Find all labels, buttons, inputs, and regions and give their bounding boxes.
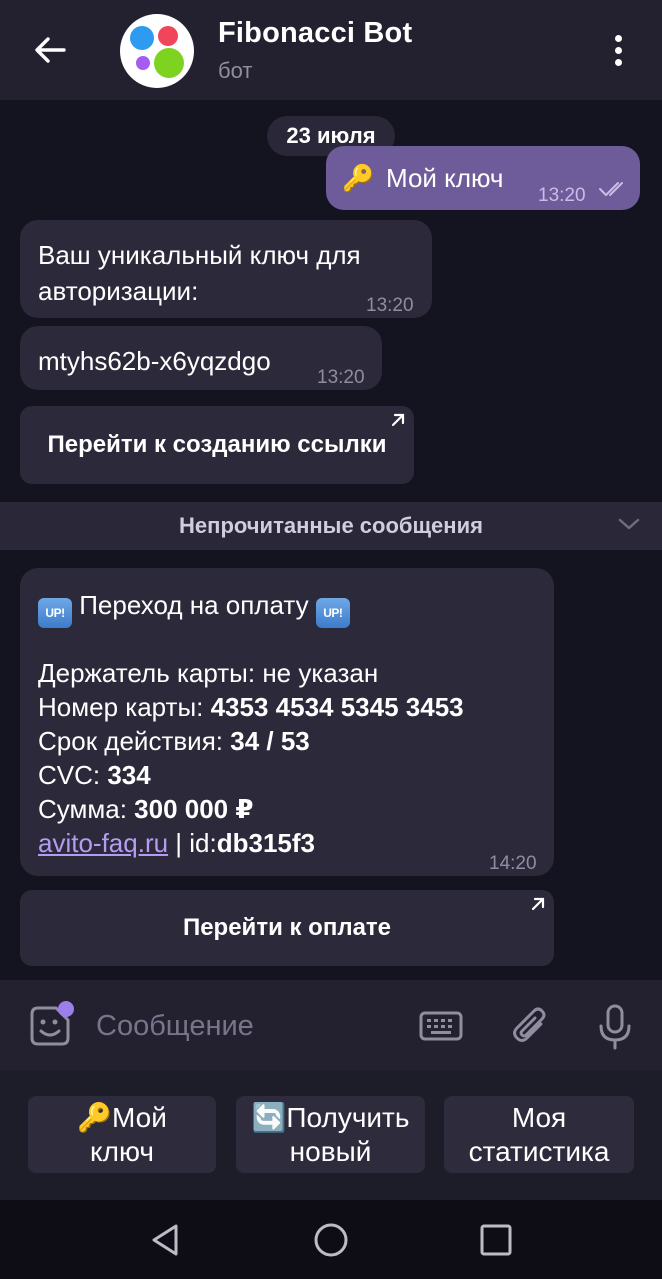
payment-message[interactable]: UP! Переход на оплату UP! Держатель карт… (20, 568, 554, 876)
key-emoji-icon: 🔑 (77, 1101, 112, 1133)
cvc-row: CVC: 334 (38, 758, 464, 792)
up-badge-icon: UP! (315, 598, 350, 628)
nav-back-icon[interactable] (146, 1220, 186, 1260)
message-text-line: Ваш уникальный ключ для (38, 240, 361, 270)
system-navigation-bar (0, 1200, 662, 1279)
my-key-button[interactable]: 🔑Мой ключ (28, 1096, 216, 1173)
message-time: 13:20 (538, 185, 586, 206)
chat-header: Fibonacci Bot бот (0, 0, 662, 100)
arrow-up-right-icon (531, 897, 545, 911)
create-link-button[interactable]: Перейти к созданию ссылки (20, 406, 414, 484)
id-value: db315f3 (216, 828, 316, 858)
unread-label: Непрочитанные сообщения (179, 513, 483, 538)
get-new-label-line1: Получить (286, 1101, 410, 1133)
sum-value: 300 000 ₽ (134, 794, 254, 824)
cvc-value: 334 (107, 760, 151, 790)
double-check-icon (599, 182, 623, 196)
get-new-button[interactable]: 🔄Получить новый (236, 1096, 425, 1173)
my-stats-label-line2: статистика (468, 1135, 610, 1167)
bot-reply-keyboard: 🔑Мой ключ 🔄Получить новый Моя статистика (0, 1070, 662, 1200)
message-input[interactable] (96, 1006, 396, 1046)
expiry-row: Срок действия: 34 / 53 (38, 724, 464, 758)
payment-title-row: UP! Переход на оплату UP! (38, 588, 464, 628)
id-separator: | id: (168, 828, 217, 858)
site-link[interactable]: avito-faq.ru (38, 828, 168, 858)
expiry-value: 34 / 53 (230, 726, 310, 756)
nav-recents-icon[interactable] (476, 1220, 516, 1260)
message-composer (0, 980, 662, 1070)
cvc-label: CVC: (38, 760, 108, 790)
avatar-dot-purple (136, 56, 150, 70)
avatar-dot-green (154, 48, 184, 78)
outgoing-message[interactable]: 🔑 Мой ключ 13:20 (326, 146, 640, 210)
message-time: 13:20 (366, 295, 414, 316)
card-number-label: Номер карты: (38, 692, 211, 722)
incoming-message[interactable]: Ваш уникальный ключ для авторизации: 13:… (20, 220, 432, 318)
card-holder-label: Держатель карты: (38, 658, 263, 688)
nav-home-icon[interactable] (311, 1220, 351, 1260)
more-vertical-icon-dot (614, 58, 622, 66)
card-holder-value: не указан (262, 658, 379, 688)
create-link-button-label: Перейти к созданию ссылки (47, 431, 387, 458)
more-options-button[interactable] (600, 28, 636, 72)
my-stats-label-line1: Моя (511, 1101, 567, 1133)
more-vertical-icon (614, 34, 622, 42)
sticker-smile-icon[interactable] (24, 1000, 76, 1052)
payment-title: Переход на оплату (79, 590, 309, 620)
chevron-down-icon[interactable] (618, 516, 640, 532)
auth-key-text: mtyhs62b-x6yqzdgo (38, 346, 271, 376)
my-stats-button[interactable]: Моя статистика (444, 1096, 634, 1173)
chat-subtitle: бот (218, 58, 253, 83)
arrow-left-icon (35, 37, 66, 63)
more-vertical-icon-dot (614, 46, 622, 54)
message-text: Мой ключ (386, 163, 504, 193)
chat-title[interactable]: Fibonacci Bot (218, 17, 412, 50)
message-time: 14:20 (489, 853, 537, 874)
card-holder-row: Держатель карты: не указан (38, 656, 464, 690)
sum-label: Сумма: (38, 794, 135, 824)
avatar-dot-blue (130, 26, 154, 50)
link-row: avito-faq.ru | id:db315f3 (38, 826, 464, 860)
expiry-label: Срок действия: (38, 726, 231, 756)
my-key-label-line2: ключ (90, 1135, 154, 1167)
key-emoji-icon: 🔑 (342, 163, 375, 193)
card-number-value: 4353 4534 5345 3453 (210, 692, 464, 722)
microphone-icon[interactable] (592, 1002, 638, 1052)
bot-avatar[interactable] (120, 14, 194, 88)
message-time: 13:20 (317, 367, 365, 388)
incoming-message[interactable]: mtyhs62b-x6yqzdgo 13:20 (20, 326, 382, 390)
up-badge-icon: UP! (38, 598, 72, 628)
go-to-payment-label: Перейти к оплате (182, 914, 392, 941)
paperclip-icon[interactable] (508, 1004, 554, 1050)
message-text-line: авторизации: (38, 276, 199, 306)
keyboard-icon[interactable] (416, 1004, 466, 1048)
card-number-row: Номер карты: 4353 4534 5345 3453 (38, 690, 464, 724)
sum-row: Сумма: 300 000 ₽ (38, 792, 464, 826)
avatar-dot-red (158, 26, 178, 46)
arrow-up-right-icon (391, 413, 405, 427)
go-to-payment-button[interactable]: Перейти к оплате (20, 890, 554, 966)
back-button[interactable] (28, 28, 72, 72)
refresh-emoji-icon: 🔄 (251, 1101, 287, 1133)
get-new-label-line2: новый (289, 1135, 372, 1167)
my-key-label-line1: Мой (112, 1101, 167, 1133)
unread-messages-separator: Непрочитанные сообщения (0, 502, 662, 550)
